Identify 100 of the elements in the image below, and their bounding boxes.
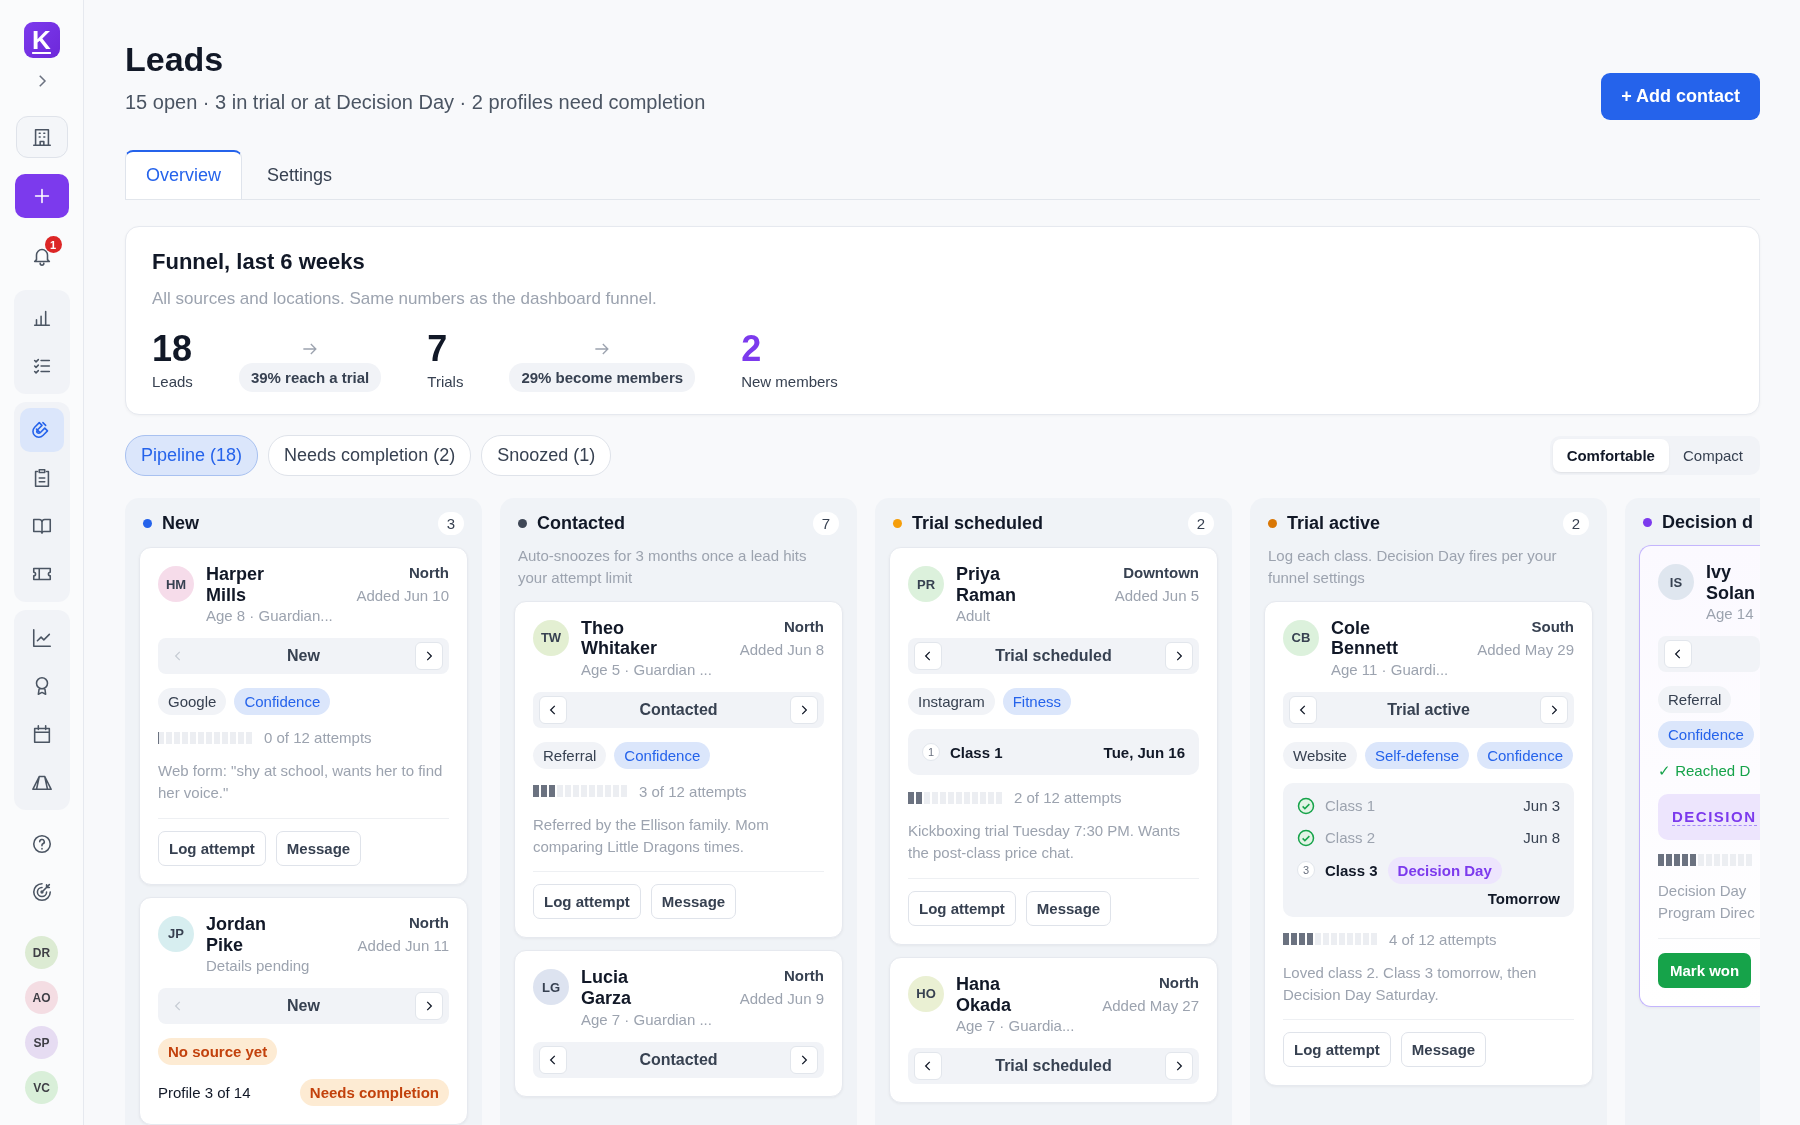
lead-card[interactable]: IS Ivy Solan Age 14 Referral Confidence ✓ Reached D DECISION Decision Day Program Direc Mark won: [1639, 545, 1760, 1007]
user-avatar[interactable]: VC: [25, 1071, 58, 1104]
lead-card[interactable]: JP Jordan Pike Details pending North Added Jun 11 New No source yet Profile 3 of 14 Needs completion: [139, 896, 468, 1125]
density-option[interactable]: Compact: [1668, 439, 1757, 472]
lead-card[interactable]: [1264, 600, 1593, 1087]
lead-card[interactable]: TW Theo Whitaker Age 5 · Guardian ... North Added Jun 8 Contacted Referral Confidence 3 of 12 attempts Referred by the Ellison family. Mom comparing Little Dragons times. Log attempt Message: [514, 600, 843, 939]
card-action-button[interactable]: Log attempt: [908, 890, 1016, 926]
user-avatar[interactable]: AO: [25, 981, 58, 1014]
lead-name[interactable]: Harper Mills: [206, 564, 265, 606]
status-note: ✓ Reached D: [1658, 762, 1752, 781]
tab[interactable]: Settings: [246, 150, 354, 199]
user-avatar[interactable]: DR: [25, 936, 58, 969]
class-date: Jun 8: [1523, 829, 1560, 847]
lead-detail: Age 11 · Guardi...: [1331, 660, 1450, 678]
lead-detail: Details pending: [206, 957, 311, 975]
lead-note: Decision Day Program Direc: [1658, 880, 1760, 939]
lead-name[interactable]: Cole Bennett: [1331, 617, 1398, 659]
lead-location: Downtown: [1123, 564, 1199, 581]
card-action-button[interactable]: Message: [650, 884, 737, 920]
added-date: Added May 29: [1477, 640, 1574, 658]
filter-pill[interactable]: Pipeline (18): [125, 435, 259, 476]
stat-value: 2: [741, 331, 763, 367]
tag: Fitness: [1002, 688, 1072, 716]
column-title: Decision d: [1662, 512, 1755, 533]
lead-name[interactable]: Priya Raman: [956, 564, 1016, 606]
lead-name[interactable]: Lucia Garza: [581, 967, 632, 1009]
lead-card[interactable]: [889, 547, 1218, 945]
lead-note: Referred by the Ellison family. Mom comparing Little Dragons times.: [533, 813, 824, 873]
lead-card[interactable]: HM Harper Mills Age 8 · Guardian... North Added Jun 10 New Google Confidence 0 of 12 attempts Web form: "shy at school, wants her to find her voice." Log attempt Message: [139, 547, 468, 885]
lead-card[interactable]: HO Hana Okada Age 7 · Guardia... North Added May 27 Trial scheduled: [889, 956, 1218, 1104]
add-contact-button[interactable]: + Add contact: [1601, 73, 1760, 120]
filter-pill[interactable]: Snoozed (1): [481, 435, 612, 476]
card-action-button[interactable]: Log attempt: [1283, 1032, 1391, 1068]
card-action-button[interactable]: Message: [275, 830, 362, 866]
lead-location: North: [784, 617, 824, 635]
card-action-button[interactable]: Message: [1025, 890, 1112, 926]
tag: Google: [158, 688, 227, 716]
column-title: New: [162, 513, 200, 534]
sidebar-item[interactable]: 1: [19, 234, 64, 278]
sidebar-item[interactable]: [15, 116, 68, 158]
profile-progress: Profile 3 of 14: [158, 1084, 251, 1102]
tag: Confidence: [614, 741, 711, 769]
tag: Confidence: [1477, 741, 1574, 769]
lead-avatar: PR: [908, 566, 944, 602]
stage-label: Trial scheduled: [994, 647, 1113, 666]
column-description: Auto-snoozes for 3 months once a lead hits your attempt limit: [518, 546, 808, 588]
stage-label: Trial scheduled: [994, 1057, 1113, 1076]
lead-location: North: [409, 913, 449, 931]
attempts-count: 4 of 12 attempts: [1389, 930, 1497, 948]
notification-badge: 1: [44, 236, 62, 253]
card-action-button[interactable]: Log attempt: [533, 884, 641, 920]
building-icon: [30, 126, 53, 148]
lead-name[interactable]: Ivy Solan: [1706, 562, 1755, 604]
lead-detail: Age 8 · Guardian...: [206, 607, 334, 625]
density-option[interactable]: Comfortable: [1552, 439, 1669, 472]
page-subtitle: 15 open · 3 in trial or at Decision Day · 2 profiles need completion: [125, 91, 706, 114]
class-label: Class 2: [1325, 829, 1376, 847]
stage-label: Contacted: [638, 700, 719, 719]
column-count: 2: [1187, 512, 1214, 535]
class-number: 3: [1297, 861, 1315, 880]
tag: Decision Day: [1387, 856, 1502, 884]
app-logo[interactable]: K: [23, 22, 60, 58]
filter-pill[interactable]: Needs completion (2): [268, 435, 472, 476]
lead-name[interactable]: Hana Okada: [956, 973, 1011, 1016]
tag: Referral: [1658, 686, 1732, 714]
lead-avatar: TW: [533, 619, 569, 656]
lead-name[interactable]: Jordan Pike: [206, 913, 266, 956]
lead-location: North: [409, 564, 449, 581]
lead-avatar: IS: [1658, 564, 1694, 600]
card-action-button[interactable]: Log attempt: [158, 830, 266, 866]
conversion-rate: 29% become members: [509, 363, 696, 392]
user-avatar[interactable]: SP: [25, 1026, 58, 1059]
stat-value: 7: [427, 331, 449, 367]
tag: Needs completion: [299, 1079, 449, 1107]
banner-label: DECISION: [1672, 808, 1757, 827]
tag: Self-defense: [1364, 741, 1470, 769]
funnel-title: Funnel, last 6 weeks: [152, 249, 366, 275]
tag: No source yet: [158, 1038, 278, 1066]
lead-location: North: [1159, 973, 1199, 991]
funnel-subtitle: All sources and locations. Same numbers as the dashboard funnel.: [152, 289, 658, 309]
sidebar-item[interactable]: [19, 408, 64, 452]
lead-name[interactable]: Theo Whitaker: [581, 617, 657, 659]
lead-avatar: LG: [533, 969, 569, 1006]
attempts-count: 3 of 12 attempts: [639, 782, 747, 800]
tag: Website: [1283, 741, 1357, 769]
lead-note: Web form: "shy at school, wants her to find her voice.": [158, 760, 449, 819]
conversion-rate: 39% reach a trial: [238, 363, 382, 392]
create-button[interactable]: [14, 174, 69, 218]
lead-card[interactable]: LG Lucia Garza Age 7 · Guardian ... North Added Jun 9 Contacted: [514, 950, 843, 1097]
stage-label: Contacted: [638, 1050, 719, 1069]
card-action-button[interactable]: Message: [1400, 1032, 1487, 1068]
stat-value: 18: [152, 331, 193, 367]
added-date: Added Jun 8: [739, 640, 824, 658]
lead-detail: Age 14: [1706, 605, 1755, 623]
class-label: Class 1: [950, 743, 1003, 761]
added-date: Added May 27: [1102, 996, 1199, 1014]
lead-note: Loved class 2. Class 3 tomorrow, then Decision Day Saturday.: [1283, 961, 1574, 1021]
tab[interactable]: Overview: [125, 150, 242, 199]
added-date: Added Jun 9: [739, 990, 824, 1008]
page-title: Leads: [125, 40, 225, 79]
